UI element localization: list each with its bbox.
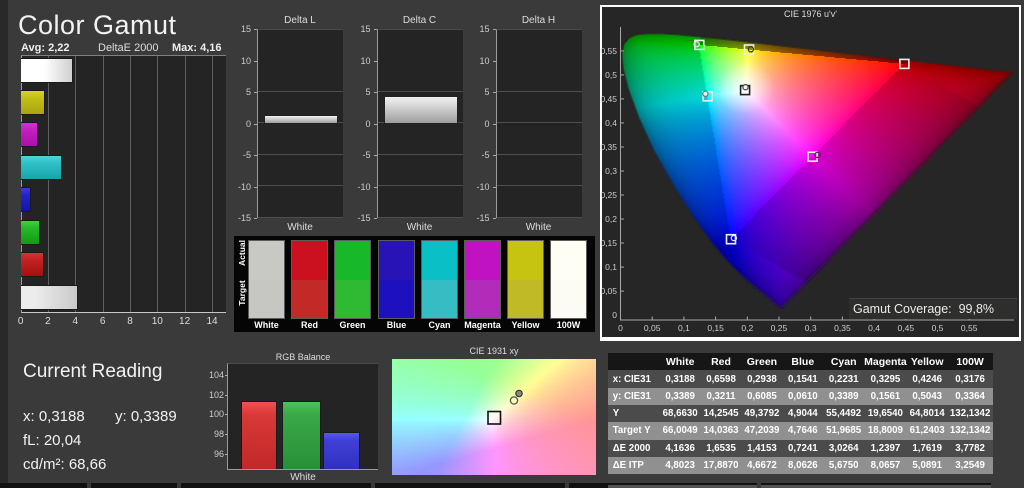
svg-text:0,1: 0,1	[605, 262, 617, 272]
svg-text:0,05: 0,05	[644, 323, 661, 333]
svg-text:0,15: 0,15	[600, 238, 617, 248]
svg-text:0,4: 0,4	[868, 323, 880, 333]
svg-text:0,5: 0,5	[932, 323, 944, 333]
svg-text:0,1: 0,1	[678, 323, 690, 333]
svg-text:0: 0	[618, 323, 623, 333]
svg-text:0,25: 0,25	[600, 190, 617, 200]
svg-text:0,4: 0,4	[605, 118, 617, 128]
svg-text:0: 0	[612, 310, 617, 320]
svg-text:0,3: 0,3	[805, 323, 817, 333]
svg-text:0,55: 0,55	[600, 46, 617, 56]
svg-text:0,45: 0,45	[898, 323, 915, 333]
svg-text:0,05: 0,05	[600, 286, 617, 296]
svg-text:0,45: 0,45	[600, 94, 617, 104]
svg-text:0,35: 0,35	[834, 323, 851, 333]
svg-text:0,5: 0,5	[605, 70, 617, 80]
svg-text:0,25: 0,25	[771, 323, 788, 333]
svg-text:0,2: 0,2	[741, 323, 753, 333]
svg-text:0,55: 0,55	[961, 323, 978, 333]
svg-text:0,35: 0,35	[600, 142, 617, 152]
svg-text:0,2: 0,2	[605, 214, 617, 224]
svg-text:0,15: 0,15	[707, 323, 724, 333]
svg-text:0,3: 0,3	[605, 166, 617, 176]
